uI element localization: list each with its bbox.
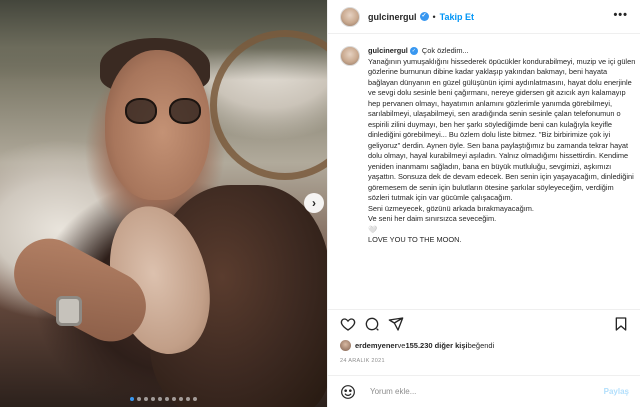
carousel-dot (158, 397, 162, 401)
likes-suffix: beğendi (467, 341, 495, 350)
caption-line: Ve seni her daim sınırsızca seveceğim. (368, 214, 497, 223)
like-heart-icon[interactable] (340, 316, 356, 332)
carousel-dot (179, 397, 183, 401)
carousel-dot (172, 397, 176, 401)
post-comment-button[interactable]: Paylaş (604, 387, 629, 396)
carousel-dot (193, 397, 197, 401)
post-side-panel: gulcinergul ✓ • Takip Et ••• gulcinergul… (327, 0, 640, 407)
likes-summary: erdemyener ve 155.230 diğer kişi beğendi (340, 340, 494, 351)
comment-bubble-icon[interactable] (364, 316, 380, 332)
more-options-icon[interactable]: ••• (613, 9, 628, 21)
post-photo[interactable]: › (0, 0, 327, 407)
chevron-right-icon: › (312, 196, 316, 210)
liker-avatar (340, 340, 351, 351)
carousel-dot (186, 397, 190, 401)
caption-line: Çok özledim... (421, 46, 469, 55)
carousel-dot (137, 397, 141, 401)
post-date: 24 ARALIK 2021 (340, 358, 385, 364)
photo-watch (56, 296, 82, 326)
caption-username[interactable]: gulcinergul (368, 46, 408, 55)
author-username[interactable]: gulcinergul (368, 12, 417, 22)
post-caption: gulcinergul ✓ Çok özledim... Yanağının yu… (340, 46, 636, 246)
share-send-icon[interactable] (388, 316, 404, 332)
carousel-next-button[interactable]: › (304, 193, 324, 213)
caption-body: gulcinergul ✓ Çok özledim... Yanağının yu… (368, 46, 636, 246)
caption-line: Seni üzmeyecek, gözünü arkada bırakmayac… (368, 203, 534, 213)
photo-sunglasses (125, 98, 205, 126)
follow-button[interactable]: Takip Et (440, 12, 474, 22)
caption-line: 🤍 (368, 224, 378, 234)
carousel-dot (130, 397, 134, 401)
comment-input[interactable] (370, 387, 604, 396)
carousel-dots (0, 397, 327, 401)
liker-username[interactable]: erdemyener (355, 341, 398, 350)
likes-connector: ve (397, 341, 406, 350)
comment-bar: Paylaş (328, 375, 640, 407)
caption-verified-icon: ✓ (409, 47, 418, 56)
verified-badge-icon: ✓ (419, 12, 429, 21)
likes-count[interactable]: 155.230 diğer kişi (405, 341, 467, 350)
header-separator: • (432, 11, 436, 22)
post-actions (328, 309, 640, 333)
caption-line: Yanağının yumuşaklığını hissederek öpücü… (368, 56, 636, 203)
carousel-dot (165, 397, 169, 401)
carousel-dot (144, 397, 148, 401)
caption-line: LOVE YOU TO THE MOON. (368, 235, 462, 244)
post-header: gulcinergul ✓ • Takip Et ••• (328, 0, 640, 34)
save-bookmark-icon[interactable] (613, 316, 629, 332)
carousel-dot (151, 397, 155, 401)
emoji-icon[interactable] (340, 384, 356, 400)
caption-avatar[interactable] (340, 46, 360, 66)
author-avatar[interactable] (340, 6, 360, 27)
